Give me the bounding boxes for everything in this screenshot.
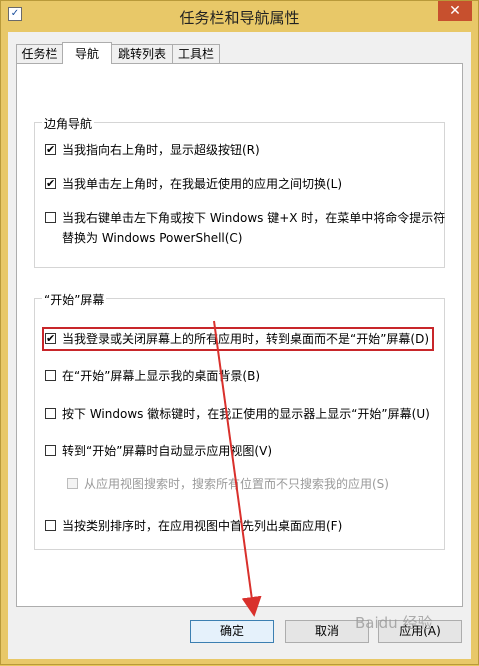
- arrow-line: [213, 320, 262, 617]
- tab-navigation[interactable]: 导航: [62, 42, 112, 64]
- watermark-text: Baidu 经验: [355, 614, 433, 632]
- dialog-window: ✓ 任务栏和导航属性 ✕ 任务栏 导航 跳转列表 工具栏 边角导航 ✔ 当我指向…: [0, 0, 479, 665]
- annotation-arrow: [213, 320, 262, 617]
